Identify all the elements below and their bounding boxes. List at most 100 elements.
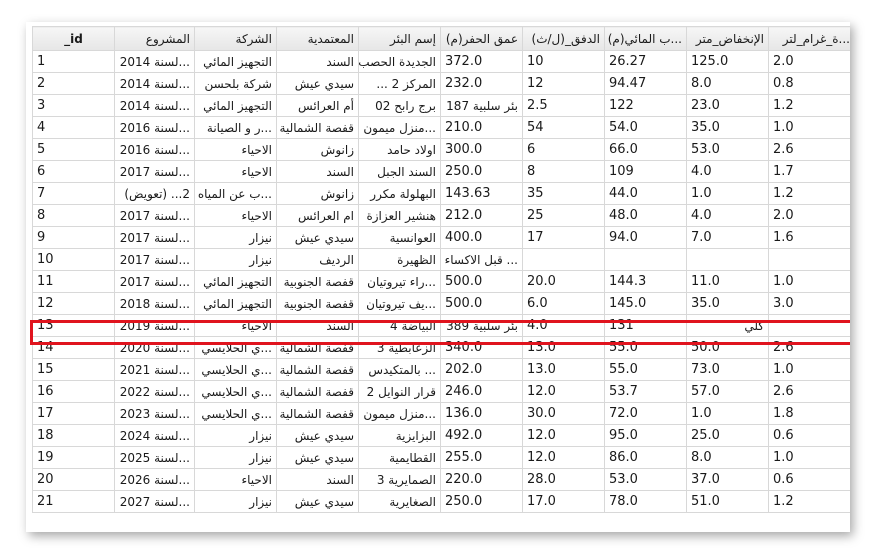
table-cell[interactable]: الصمايرية 3 [358,468,441,491]
table-cell[interactable]: 12 [32,292,115,315]
table-cell[interactable]: 53.7 [604,380,687,403]
column-header-3[interactable]: المعتمدية [276,26,359,51]
table-cell[interactable]: 10 [522,50,605,73]
table-cell[interactable]: 14 [32,336,115,359]
table-cell[interactable]: 37.0 [686,468,769,491]
table-cell[interactable]: نيزار [194,248,277,271]
table-cell[interactable]: الرديف [276,248,359,271]
table-cell[interactable]: العوانسية [358,226,441,249]
table-row[interactable]: 18 ...لسنة 2024 نيزار سيدي عيش البزايزية 492.… [32,424,850,447]
table-cell[interactable]: 1.2 [768,182,850,205]
table-cell[interactable]: 25 [522,204,605,227]
table-cell[interactable]: 13 [32,314,115,337]
table-cell[interactable]: 12.0 [522,380,605,403]
table-cell[interactable]: 1.8 [768,402,850,425]
table-row[interactable]: 2 ...لسنة 2014 شركة بلحسن سيدي عيش المركز 2 … [32,72,850,95]
table-cell[interactable]: سيدي عيش [276,446,359,469]
table-cell[interactable]: 109 [604,160,687,183]
table-cell[interactable]: 300.0 [440,138,523,161]
table-cell[interactable]: 2.0 [768,204,850,227]
table-cell[interactable]: 72.0 [604,402,687,425]
table-cell[interactable]: 53.0 [686,138,769,161]
table-cell[interactable]: التجهيز المائي [194,50,277,73]
table-cell[interactable]: 1.6 [768,226,850,249]
table-cell[interactable]: ...لسنة 2026 [114,468,195,491]
table-cell[interactable]: 2.6 [768,138,850,161]
table-cell[interactable]: قفصة الشمالية [276,116,359,139]
table-cell[interactable]: 8 [522,160,605,183]
table-cell[interactable]: 8 [32,204,115,227]
table-cell[interactable]: ... قبل الاكساء [440,248,523,271]
table-cell[interactable]: 54.0 [604,116,687,139]
table-row[interactable]: 7 2... (تعويض) ...ب عن المياه زانوش البهلولة… [32,182,850,205]
table-cell[interactable]: 5 [32,138,115,161]
table-row[interactable]: 19 ...لسنة 2025 نيزار سيدي عيش القطايمية 255.… [32,446,850,469]
table-cell[interactable]: 23.0 [686,94,769,117]
table-cell[interactable]: 2.0 [768,50,850,73]
table-cell[interactable]: شركة بلحسن [194,72,277,95]
table-row[interactable]: 5 ...لسنة 2016 الاحياء زانوش اولاد حامد 300.0… [32,138,850,161]
table-cell[interactable]: 11.0 [686,270,769,293]
table-cell[interactable]: 51.0 [686,490,769,513]
table-cell[interactable] [604,248,687,271]
table-cell[interactable]: 122 [604,94,687,117]
table-cell[interactable]: 7.0 [686,226,769,249]
table-cell[interactable]: 8.0 [686,72,769,95]
table-row[interactable]: 16 ...لسنة 2022 ...ي الحلايسي قفصة الشمالية… [32,380,850,403]
table-row[interactable]: 6 ...لسنة 2017 الاحياء السند السند الجبل 250.… [32,160,850,183]
table-row[interactable]: 17 ...لسنة 2023 ...ي الحلايسي قفصة الشمالية… [32,402,850,425]
table-cell[interactable]: زانوش [276,138,359,161]
table-cell[interactable]: 232.0 [440,72,523,95]
table-cell[interactable]: ام العرائس [276,204,359,227]
table-cell[interactable]: ...لسنة 2017 [114,226,195,249]
table-cell[interactable]: 35 [522,182,605,205]
table-cell[interactable] [686,248,769,271]
table-cell[interactable]: 4.0 [686,160,769,183]
table-cell[interactable]: 16 [32,380,115,403]
table-cell[interactable]: 57.0 [686,380,769,403]
table-cell[interactable]: سيدي عيش [276,424,359,447]
table-cell[interactable]: نيزار [194,490,277,513]
table-cell[interactable]: 50.0 [686,336,769,359]
table-cell[interactable]: قفصة الجنوبية [276,292,359,315]
table-row[interactable]: 13 ...لسنة 2019 الاحياء السند البياضة 4 بئر س… [32,314,850,337]
table-cell[interactable]: ...ي الحلايسي [194,402,277,425]
table-cell[interactable]: 17 [32,402,115,425]
table-cell[interactable]: البهلولة مكرر [358,182,441,205]
table-cell[interactable]: سيدي عيش [276,490,359,513]
table-cell[interactable]: 3.0 [768,292,850,315]
table-cell[interactable]: المركز 2 ... [358,72,441,95]
table-cell[interactable]: التجهيز المائي [194,270,277,293]
table-cell[interactable]: 1.0 [768,270,850,293]
table-cell[interactable]: 131 [604,314,687,337]
table-row[interactable]: 3 ...لسنة 2014 التجهيز المائي أم العرائس برج… [32,94,850,117]
table-cell[interactable]: 125.0 [686,50,769,73]
table-cell[interactable] [768,314,850,337]
table-cell[interactable]: الاحياء [194,314,277,337]
table-cell[interactable]: 95.0 [604,424,687,447]
table-cell[interactable]: السند [276,160,359,183]
table-cell[interactable]: سيدي عيش [276,226,359,249]
table-cell[interactable] [522,248,605,271]
table-cell[interactable]: 1.0 [686,182,769,205]
table-cell[interactable]: 6 [32,160,115,183]
table-cell[interactable]: البياضة 4 [358,314,441,337]
table-cell[interactable]: 20.0 [522,270,605,293]
table-cell[interactable]: ...لسنة 2022 [114,380,195,403]
column-header-0[interactable]: _id [32,26,115,51]
column-header-1[interactable]: المشروع [114,26,195,51]
table-row[interactable]: 11 ...لسنة 2017 التجهيز المائي قفصة الجنوبي… [32,270,850,293]
table-cell[interactable]: 136.0 [440,402,523,425]
table-cell[interactable]: 35.0 [686,116,769,139]
table-cell[interactable]: نيزار [194,226,277,249]
column-header-8[interactable]: الإنخفاض_متر [686,26,769,51]
table-cell[interactable]: ...ي الحلايسي [194,380,277,403]
table-cell[interactable]: ...منزل ميمون [358,116,441,139]
table-cell[interactable]: 2.6 [768,380,850,403]
table-cell[interactable]: 202.0 [440,358,523,381]
table-cell[interactable]: نيزار [194,446,277,469]
table-cell[interactable]: 2.5 [522,94,605,117]
table-cell[interactable]: ...لسنة 2020 [114,336,195,359]
table-cell[interactable]: 6 [522,138,605,161]
table-cell[interactable]: ...ب عن المياه [194,182,277,205]
